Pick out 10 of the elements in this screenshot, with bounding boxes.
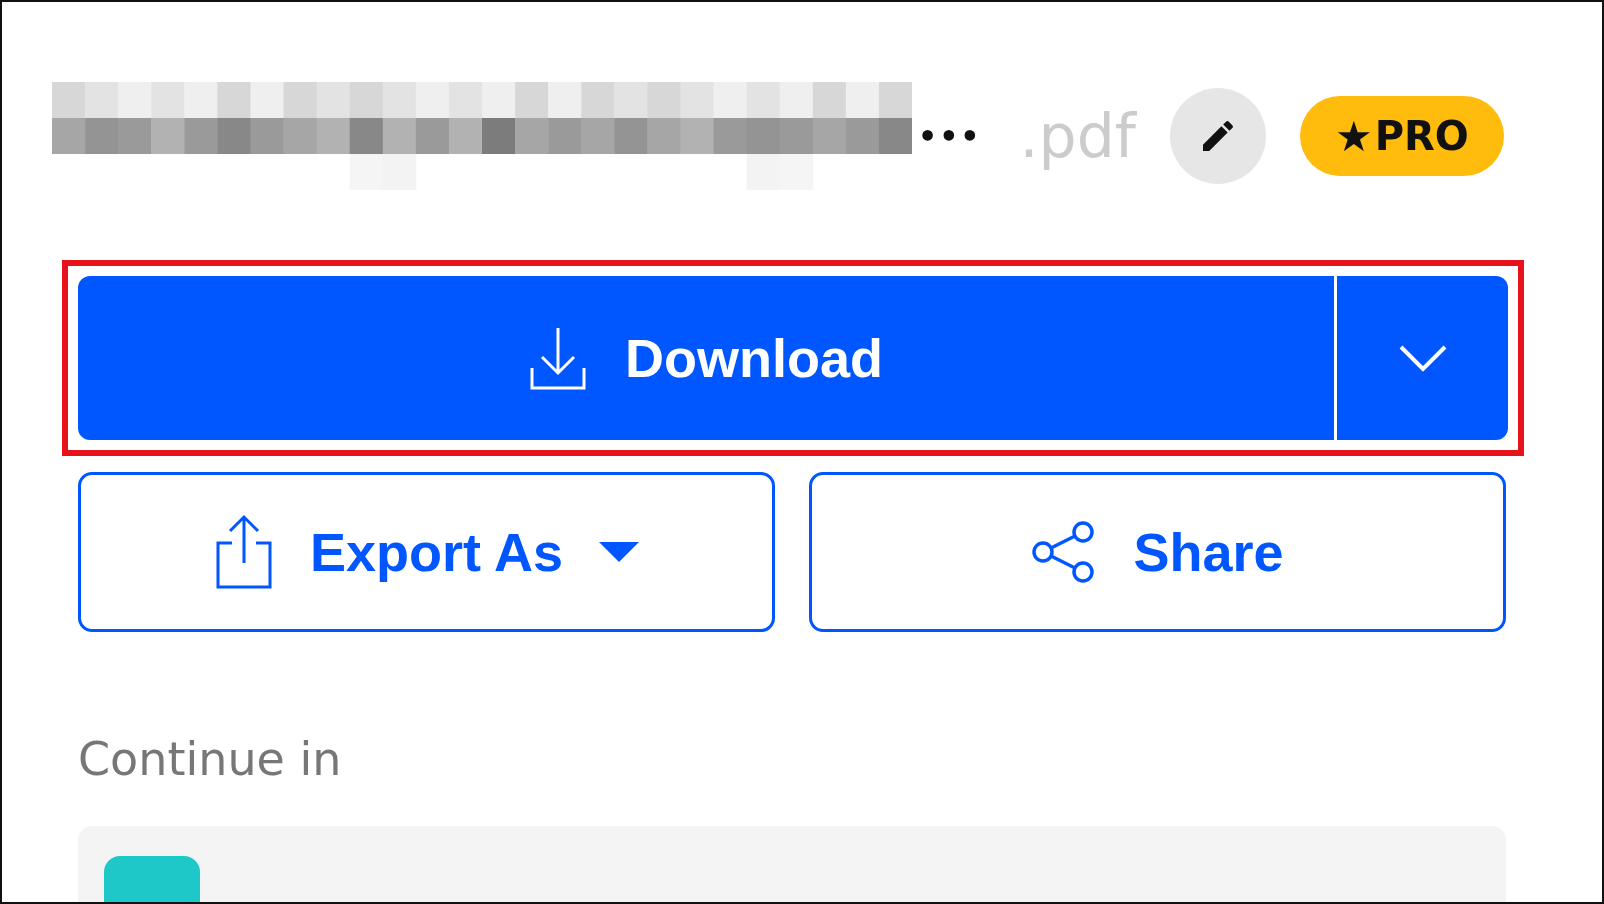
filename-ellipsis: ••• [918, 118, 982, 154]
chevron-down-icon [1397, 344, 1448, 372]
section-heading: Continue in [78, 732, 343, 786]
pro-label: PRO [1374, 113, 1469, 159]
download-icon [529, 326, 587, 390]
caret-icon [599, 542, 639, 562]
share-button[interactable]: Share [809, 472, 1506, 632]
export-button[interactable]: Export As [78, 472, 775, 632]
download-button[interactable]: Download [78, 276, 1334, 440]
star-icon: ★ [1335, 111, 1373, 161]
